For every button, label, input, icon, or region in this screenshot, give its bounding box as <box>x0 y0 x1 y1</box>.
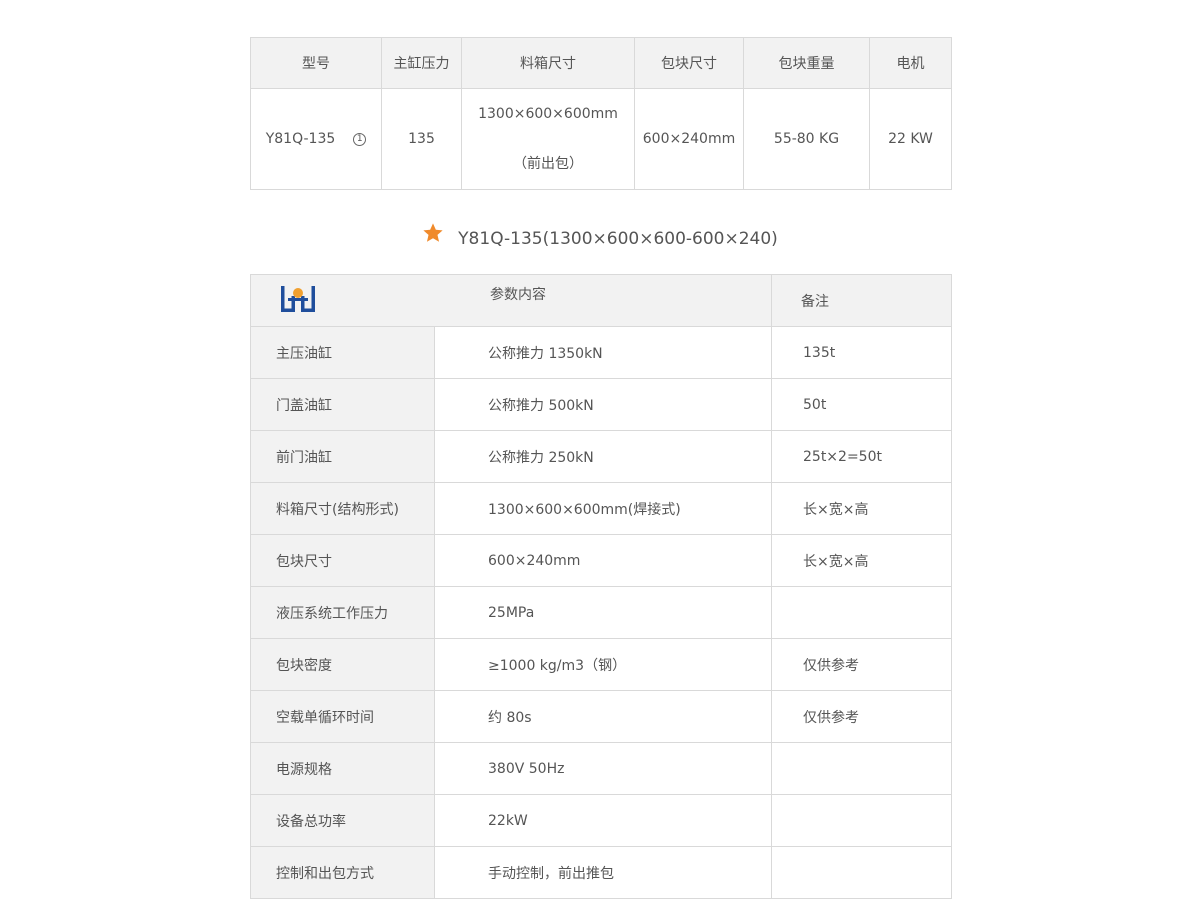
spec-header-left: 参数内容 <box>250 274 772 327</box>
header-note: 备注 <box>771 274 952 327</box>
company-logo-icon <box>280 284 316 318</box>
param-value: 380V 50Hz <box>434 742 772 795</box>
param-value: 公称推力 250kN <box>434 430 772 483</box>
param-value: 公称推力 500kN <box>434 378 772 431</box>
param-note: 仅供参考 <box>771 638 952 691</box>
param-value: 约 80s <box>434 690 772 743</box>
param-value: 25MPa <box>434 586 772 639</box>
table-row: 包块密度 ≥1000 kg/m3（钢） 仅供参考 <box>250 638 952 691</box>
param-name: 液压系统工作压力 <box>250 586 435 639</box>
note-mark-icon: 1 <box>353 132 367 146</box>
param-note <box>771 794 952 847</box>
table-row: 电源规格 380V 50Hz <box>250 742 952 795</box>
param-value: ≥1000 kg/m3（钢） <box>434 638 772 691</box>
cell-motor: 22 KW <box>869 88 952 190</box>
param-name: 空载单循环时间 <box>250 690 435 743</box>
param-name: 电源规格 <box>250 742 435 795</box>
table-row: 前门油缸 公称推力 250kN 25t×2=50t <box>250 430 952 483</box>
param-note: 长×宽×高 <box>771 534 952 587</box>
table-row: 空载单循环时间约 80s 仅供参考 <box>250 690 952 743</box>
header-param: 参数内容 <box>490 286 546 303</box>
table-row: 门盖油缸 公称推力 500kN 50t <box>250 378 952 431</box>
param-name: 包块密度 <box>250 638 435 691</box>
model-subtitle: Y81Q-135(1300×600×600-600×240) <box>0 222 1200 253</box>
header-bale-weight: 包块重量 <box>743 37 870 89</box>
subtitle-text: Y81Q-135(1300×600×600-600×240) <box>458 229 778 249</box>
param-name: 门盖油缸 <box>250 378 435 431</box>
param-value: 22kW <box>434 794 772 847</box>
table-row: 液压系统工作压力 25MPa <box>250 586 952 639</box>
cell-bale-size: 600×240mm <box>634 88 744 190</box>
cell-box-size: 1300×600×600mm （前出包） <box>461 88 635 190</box>
param-note: 135t <box>771 326 952 379</box>
param-value: 手动控制，前出推包 <box>434 846 772 899</box>
header-motor: 电机 <box>869 37 952 89</box>
spec-table: 参数内容 备注 主压油缸 公称推力 1350kN 135t 门盖油缸 公称推力 500k… <box>250 274 952 899</box>
header-box-size: 料箱尺寸 <box>461 37 635 89</box>
param-note: 仅供参考 <box>771 690 952 743</box>
param-note <box>771 846 952 899</box>
model-text: Y81Q-135 <box>265 131 336 147</box>
param-name: 前门油缸 <box>250 430 435 483</box>
param-note <box>771 742 952 795</box>
param-value: 公称推力 1350kN <box>434 326 772 379</box>
param-note: 长×宽×高 <box>771 482 952 535</box>
table-row: 设备总功率 22kW <box>250 794 952 847</box>
spec-header-row: 参数内容 备注 <box>250 274 952 327</box>
param-name: 包块尺寸 <box>250 534 435 587</box>
header-pressure: 主缸压力 <box>381 37 462 89</box>
header-bale-size: 包块尺寸 <box>634 37 744 89</box>
table-row: 控制和出包方式 手动控制，前出推包 <box>250 846 952 899</box>
param-name: 料箱尺寸(结构形式) <box>250 482 435 535</box>
summary-table: 型号 主缸压力 料箱尺寸 包块尺寸 包块重量 电机 Y81Q-135 1 135 … <box>250 37 952 190</box>
box-size-line2: （前出包） <box>513 156 583 172</box>
summary-header-row: 型号 主缸压力 料箱尺寸 包块尺寸 包块重量 电机 <box>250 37 952 89</box>
param-note <box>771 586 952 639</box>
star-icon <box>422 222 444 253</box>
param-note: 50t <box>771 378 952 431</box>
header-model: 型号 <box>250 37 382 89</box>
param-value: 600×240mm <box>434 534 772 587</box>
param-value: 1300×600×600mm(焊接式) <box>434 482 772 535</box>
param-name: 控制和出包方式 <box>250 846 435 899</box>
param-name: 设备总功率 <box>250 794 435 847</box>
param-note: 25t×2=50t <box>771 430 952 483</box>
table-row: 主压油缸 公称推力 1350kN 135t <box>250 326 952 379</box>
box-size-line1: 1300×600×600mm <box>478 106 618 122</box>
cell-model: Y81Q-135 1 <box>250 88 382 190</box>
summary-data-row: Y81Q-135 1 135 1300×600×600mm （前出包） 600×2… <box>250 88 952 190</box>
param-name: 主压油缸 <box>250 326 435 379</box>
table-row: 料箱尺寸(结构形式) 1300×600×600mm(焊接式) 长×宽×高 <box>250 482 952 535</box>
cell-pressure: 135 <box>381 88 462 190</box>
cell-bale-weight: 55-80 KG <box>743 88 870 190</box>
table-row: 包块尺寸 600×240mm 长×宽×高 <box>250 534 952 587</box>
